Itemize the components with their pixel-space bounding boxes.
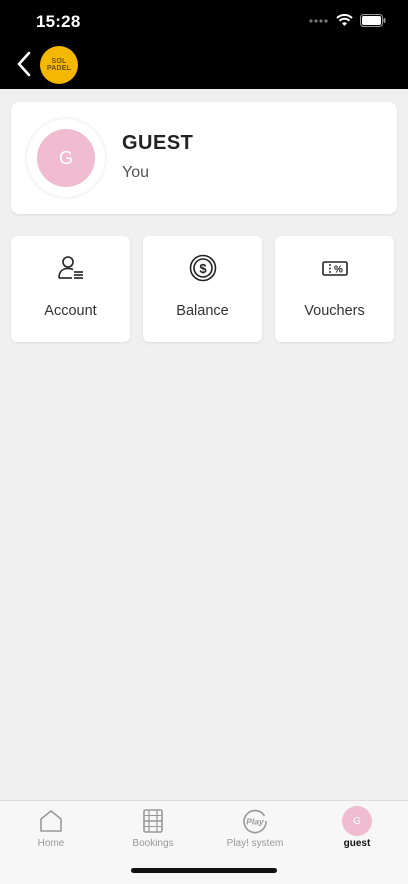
balance-icon: $	[189, 254, 216, 282]
profile-name: GUEST	[122, 132, 194, 154]
tab-guest-label: guest	[343, 838, 371, 849]
play-system-icon: Play	[243, 809, 267, 834]
signal-dots-icon	[309, 18, 328, 23]
avatar: G	[342, 806, 372, 836]
wifi-icon	[336, 14, 353, 26]
avatar-ring: G	[27, 119, 105, 197]
balance-tile[interactable]: $ Balance	[143, 236, 262, 342]
svg-text:Play: Play	[246, 817, 265, 827]
balance-label: Balance	[176, 303, 229, 319]
tab-bookings[interactable]: Bookings	[102, 801, 204, 861]
tab-bookings-label: Bookings	[132, 838, 174, 849]
top-bar: 15:28 SOL PADEL	[0, 0, 408, 89]
logo-text-line2: PADEL	[46, 65, 72, 72]
avatar: G	[37, 129, 95, 187]
battery-icon	[360, 14, 386, 27]
tab-home-label: Home	[37, 838, 65, 849]
tab-play-system-label: Play! system	[226, 838, 284, 849]
chevron-left-icon	[17, 51, 31, 77]
tab-home[interactable]: Home	[0, 801, 102, 861]
status-time: 15:28	[36, 12, 81, 31]
logo-text-line1: SOL	[51, 58, 67, 65]
vouchers-tile[interactable]: % Vouchers	[275, 236, 394, 342]
profile-subtitle: You	[122, 164, 149, 181]
profile-card: G GUEST You	[11, 102, 397, 214]
bookings-icon	[143, 809, 163, 833]
tab-guest[interactable]: G guest	[306, 801, 408, 861]
club-logo: SOL PADEL	[40, 46, 78, 84]
svg-text:$: $	[199, 261, 207, 276]
back-button[interactable]	[12, 50, 38, 78]
account-icon	[57, 256, 83, 279]
vouchers-label: Vouchers	[304, 303, 365, 319]
account-tile[interactable]: Account	[11, 236, 130, 342]
home-indicator	[131, 868, 277, 873]
home-icon	[40, 810, 62, 832]
voucher-icon: %	[321, 261, 348, 276]
svg-text:%: %	[334, 265, 343, 276]
account-label: Account	[44, 303, 97, 319]
tab-play-system[interactable]: Play Play! system	[204, 801, 306, 861]
status-icons	[309, 14, 386, 27]
